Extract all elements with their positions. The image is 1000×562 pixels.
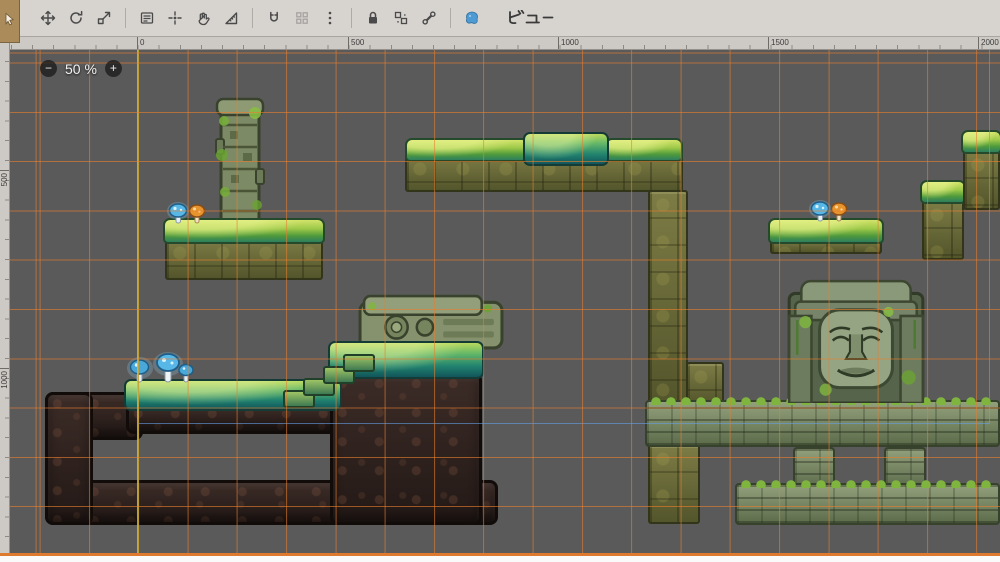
paint-tool-button[interactable]	[459, 5, 485, 31]
toolbar-separator	[252, 8, 253, 28]
base-bar	[735, 483, 1000, 525]
toolbar-separator	[125, 8, 126, 28]
bottom-panel-edge	[0, 553, 1000, 562]
totem-pillar	[213, 97, 267, 233]
scale-tool-button[interactable]	[91, 5, 117, 31]
grid-snap-tool-button	[289, 5, 315, 31]
ruler-label: 1000	[0, 371, 9, 389]
middle-dirt-block	[330, 372, 482, 525]
move-tool-button[interactable]	[35, 5, 61, 31]
top-platform-grass-right	[605, 138, 683, 162]
stair-step-4	[343, 354, 375, 372]
ruler-label: 500	[351, 38, 364, 48]
v-ruler-mark-1000: 1000	[0, 368, 9, 408]
stair-block-mid-body	[922, 200, 964, 260]
toolbar-separator	[450, 8, 451, 28]
zoom-control: − 50 % +	[40, 60, 122, 77]
rotate-tool-button[interactable]	[63, 5, 89, 31]
h-ruler-mark-2000: 2000	[978, 37, 1000, 49]
stair-block-mid-grass	[920, 180, 966, 204]
top-platform-teal	[523, 132, 609, 166]
bone-icon	[421, 10, 437, 26]
ruler-tool-button[interactable]	[218, 5, 244, 31]
mushrooms-pair-2	[808, 196, 850, 224]
blob-icon	[464, 10, 480, 26]
ruler-icon	[223, 10, 239, 26]
lock-icon	[365, 10, 381, 26]
view-menu-label-glyph	[506, 10, 554, 26]
move-icon	[40, 10, 56, 26]
mushrooms-blue-cluster	[126, 350, 198, 384]
ruler-label: 2000	[981, 38, 999, 48]
ruler-label: 1500	[771, 38, 789, 48]
platform-a-body	[165, 238, 323, 280]
cursor-icon	[3, 12, 16, 30]
hand-icon	[195, 10, 211, 26]
h-ruler-mark-1000: 1000	[558, 37, 598, 49]
dots-icon	[322, 10, 338, 26]
list-icon	[139, 10, 155, 26]
lock-tool-button[interactable]	[360, 5, 386, 31]
left-dirt-column	[45, 392, 93, 525]
lower-left-column	[648, 444, 700, 524]
zoom-in-button[interactable]: +	[105, 60, 122, 77]
smart-snap-tool-button[interactable]	[261, 5, 287, 31]
scale-icon	[96, 10, 112, 26]
h-ruler-mark-500: 500	[348, 37, 388, 49]
pivot-tool-button[interactable]	[162, 5, 188, 31]
pivot-icon	[167, 10, 183, 26]
top-platform-grass-left	[405, 138, 529, 162]
vertical-ruler[interactable]: 500 1000	[0, 37, 10, 553]
list-select-tool-button[interactable]	[134, 5, 160, 31]
grid-icon	[294, 10, 310, 26]
toolbar-buttons	[34, 5, 486, 31]
mushrooms-pair-1	[166, 198, 208, 226]
viewport-canvas[interactable]: − 50 % +	[10, 50, 1000, 553]
scene-layer	[10, 50, 1000, 553]
horizontal-ruler[interactable]: 0 500 1000 1500 2000	[10, 37, 1000, 50]
select-tool-button[interactable]	[0, 0, 20, 43]
toolbar	[0, 0, 1000, 37]
h-ruler-mark-1500: 1500	[768, 37, 808, 49]
ruler-label: 1000	[561, 38, 579, 48]
ruler-label: 0	[140, 38, 144, 48]
rotate-icon	[68, 10, 84, 26]
stone-head-statue	[775, 275, 937, 403]
group-tool-button[interactable]	[388, 5, 414, 31]
pan-tool-button[interactable]	[190, 5, 216, 31]
right-wall-column	[648, 190, 688, 406]
toolbar-separator	[351, 8, 352, 28]
snap-options-tool-button[interactable]	[317, 5, 343, 31]
h-ruler-mark-0: 0	[137, 37, 177, 49]
under-statue-bar	[645, 400, 1000, 447]
editor-window: 0 500 1000 1500 2000 500 1000	[0, 0, 1000, 562]
stair-block-top-body	[963, 150, 1000, 210]
stair-block-top-grass	[961, 130, 1000, 154]
group-icon	[393, 10, 409, 26]
zoom-level[interactable]: 50 %	[65, 61, 97, 77]
view-menu-button[interactable]	[498, 5, 562, 31]
magnet-icon	[266, 10, 282, 26]
zoom-out-button[interactable]: −	[40, 60, 57, 77]
v-ruler-mark-500: 500	[0, 170, 9, 210]
bone-tool-button[interactable]	[416, 5, 442, 31]
ruler-label: 500	[0, 173, 9, 186]
